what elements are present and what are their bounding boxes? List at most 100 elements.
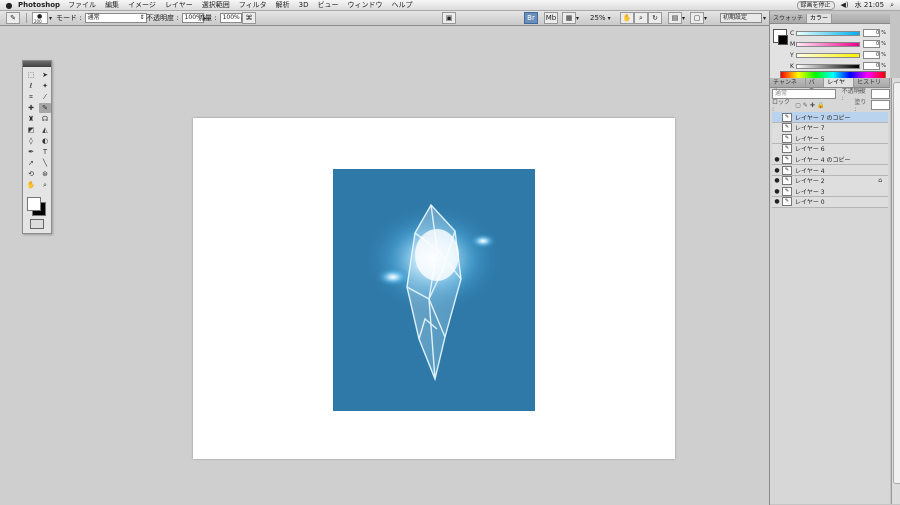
lock-pixels-icon[interactable]: ✎ [803,102,808,109]
brush-tool-preset-icon[interactable]: ✎ [6,12,20,24]
lock-transparency-icon[interactable]: ▢ [795,102,801,109]
volume-icon[interactable]: ◀) [841,1,849,9]
layer-thumbnail[interactable]: ✎ [782,144,792,154]
crop-tool-icon[interactable]: ⌗ [25,92,37,102]
layer-name[interactable]: レイヤー 3 [795,187,825,196]
stop-recording-button[interactable]: 録画を停止 [796,0,835,10]
eye-icon[interactable]: ● [772,177,782,184]
launch-mini-bridge-icon[interactable]: Mb [544,12,558,24]
chevron-down-icon[interactable]: ▾ [608,15,611,22]
arrange-documents-icon[interactable]: ▤ [668,12,682,24]
eraser-tool-icon[interactable]: ◩ [25,125,37,135]
layer-row[interactable]: ● ✎ レイヤー 3 [772,186,888,198]
lock-position-icon[interactable]: ✚ [810,102,815,109]
layer-row[interactable]: ● ✎ レイヤー 0 [772,196,888,208]
rotate-view-icon[interactable]: ↻ [648,12,662,24]
type-tool-icon[interactable]: T [39,147,51,157]
menu-view[interactable]: ビュー [317,0,338,10]
magic-wand-tool-icon[interactable]: ✦ [39,81,51,91]
history-brush-tool-icon[interactable]: ☊ [39,114,51,124]
brush-panel-toggle-icon[interactable]: ▣ [442,12,456,24]
layer-name[interactable]: レイヤー 0 [795,197,825,206]
hand-tool-icon[interactable]: ✋ [620,12,634,24]
dodge-tool-icon[interactable]: ◐ [39,136,51,146]
foreground-color-swatch[interactable] [27,197,41,211]
menu-3d[interactable]: 3D [299,1,309,9]
pen-tool-icon[interactable]: ✒ [25,147,37,157]
color-channel-input[interactable]: 0 [862,29,881,37]
move-tool-icon[interactable]: ➤ [39,70,51,80]
tab-color[interactable]: カラー [807,14,833,23]
fill-input[interactable] [871,100,890,110]
launch-bridge-icon[interactable]: Br [524,12,538,24]
layer-name[interactable]: レイヤー 6 [795,144,825,153]
clone-stamp-tool-icon[interactable]: ♜ [25,114,37,124]
color-channel-slider[interactable] [795,30,860,36]
eye-icon[interactable]: ● [772,167,782,174]
layer-row[interactable]: ✎ レイヤー 7 のコピー [772,112,888,123]
panel-scrollbar[interactable] [891,78,900,504]
clock[interactable]: 水 21:05 [855,0,884,10]
layer-name[interactable]: レイヤー 7 [795,123,825,132]
layer-name[interactable]: レイヤー 4 のコピー [795,155,850,164]
menu-analysis[interactable]: 解析 [276,0,290,10]
eyedropper-tool-icon[interactable]: ⁄ [39,92,51,102]
layer-opacity-input[interactable] [870,89,890,99]
marquee-tool-icon[interactable]: ⬚ [25,70,37,80]
background-color-swatch[interactable] [778,35,788,45]
layer-thumbnail[interactable]: ✎ [782,165,792,175]
view-extras-icon[interactable]: ▦ [562,12,576,24]
layer-row[interactable]: ✎ レイヤー 7 [772,122,888,134]
mode-select[interactable]: 通常 ⇕ [84,13,147,23]
tab-channels[interactable]: チャンネル [770,78,806,95]
layer-thumbnail[interactable]: ✎ [782,186,792,196]
zoom-tool-icon[interactable]: ⌕ [634,12,648,24]
path-selection-tool-icon[interactable]: ➚ [25,158,37,168]
layer-row[interactable]: ● ✎ レイヤー 4 のコピー [772,154,888,166]
brush-tool-icon[interactable]: ✎ [39,103,51,113]
color-channel-slider[interactable] [795,41,860,47]
scrollbar-thumb[interactable] [893,82,900,484]
layer-thumbnail[interactable]: ✎ [782,154,792,164]
menu-layer[interactable]: レイヤー [165,0,193,10]
screen-mode-icon[interactable]: ▢ [690,12,704,24]
color-channel-input[interactable]: 0 [862,62,881,70]
hand-tool-icon[interactable]: ✋ [25,180,37,190]
zoom-tool-icon[interactable]: ⌕ [39,180,51,190]
tab-paths[interactable]: パス [806,78,825,95]
3d-orbit-tool-icon[interactable]: ⊛ [39,169,51,179]
eye-icon[interactable]: ● [772,188,782,195]
menu-select[interactable]: 選択範囲 [202,0,230,10]
lock-all-icon[interactable]: 🔒 [817,102,824,109]
spotlight-icon[interactable]: ⌕ [890,1,894,10]
paint-bucket-tool-icon[interactable]: ◭ [39,125,51,135]
menu-file[interactable]: ファイル [68,0,96,10]
blur-tool-icon[interactable]: ◊ [25,136,37,146]
color-channel-slider[interactable] [795,63,860,69]
airbrush-toggle-icon[interactable]: ⌘ [242,12,256,24]
eye-icon[interactable]: ● [772,156,782,163]
flow-input[interactable]: 100% [219,13,242,23]
layer-thumbnail[interactable]: ✎ [782,133,792,143]
chevron-down-icon[interactable]: ▾ [682,15,685,22]
color-channel-slider[interactable] [795,52,860,58]
brush-preset-picker[interactable]: ● 200 [32,12,48,24]
artwork-layer[interactable] [333,169,535,411]
lasso-tool-icon[interactable]: ℓ [25,81,37,91]
app-menu[interactable]: Photoshop [18,1,60,9]
layer-name[interactable]: レイヤー 5 [795,134,825,143]
chevron-down-icon[interactable]: ▾ [49,15,52,22]
layer-row[interactable]: ✎ レイヤー 6 [772,143,888,155]
layer-name[interactable]: レイヤー 4 [795,166,825,175]
layer-name[interactable]: レイヤー 2 [795,176,825,185]
menu-window[interactable]: ウィンドウ [347,0,382,10]
shape-tool-icon[interactable]: ╲ [39,158,51,168]
menu-help[interactable]: ヘルプ [391,0,412,10]
color-channel-input[interactable]: 0 [862,40,881,48]
layer-thumbnail[interactable]: ✎ [782,197,792,207]
chevron-down-icon[interactable]: ▾ [704,15,707,22]
layer-row[interactable]: ● ✎ レイヤー 4 [772,165,888,176]
layer-thumbnail[interactable]: ✎ [782,176,792,186]
chevron-down-icon[interactable]: ▾ [576,15,579,22]
tab-swatches[interactable]: スウォッチ [770,14,808,23]
